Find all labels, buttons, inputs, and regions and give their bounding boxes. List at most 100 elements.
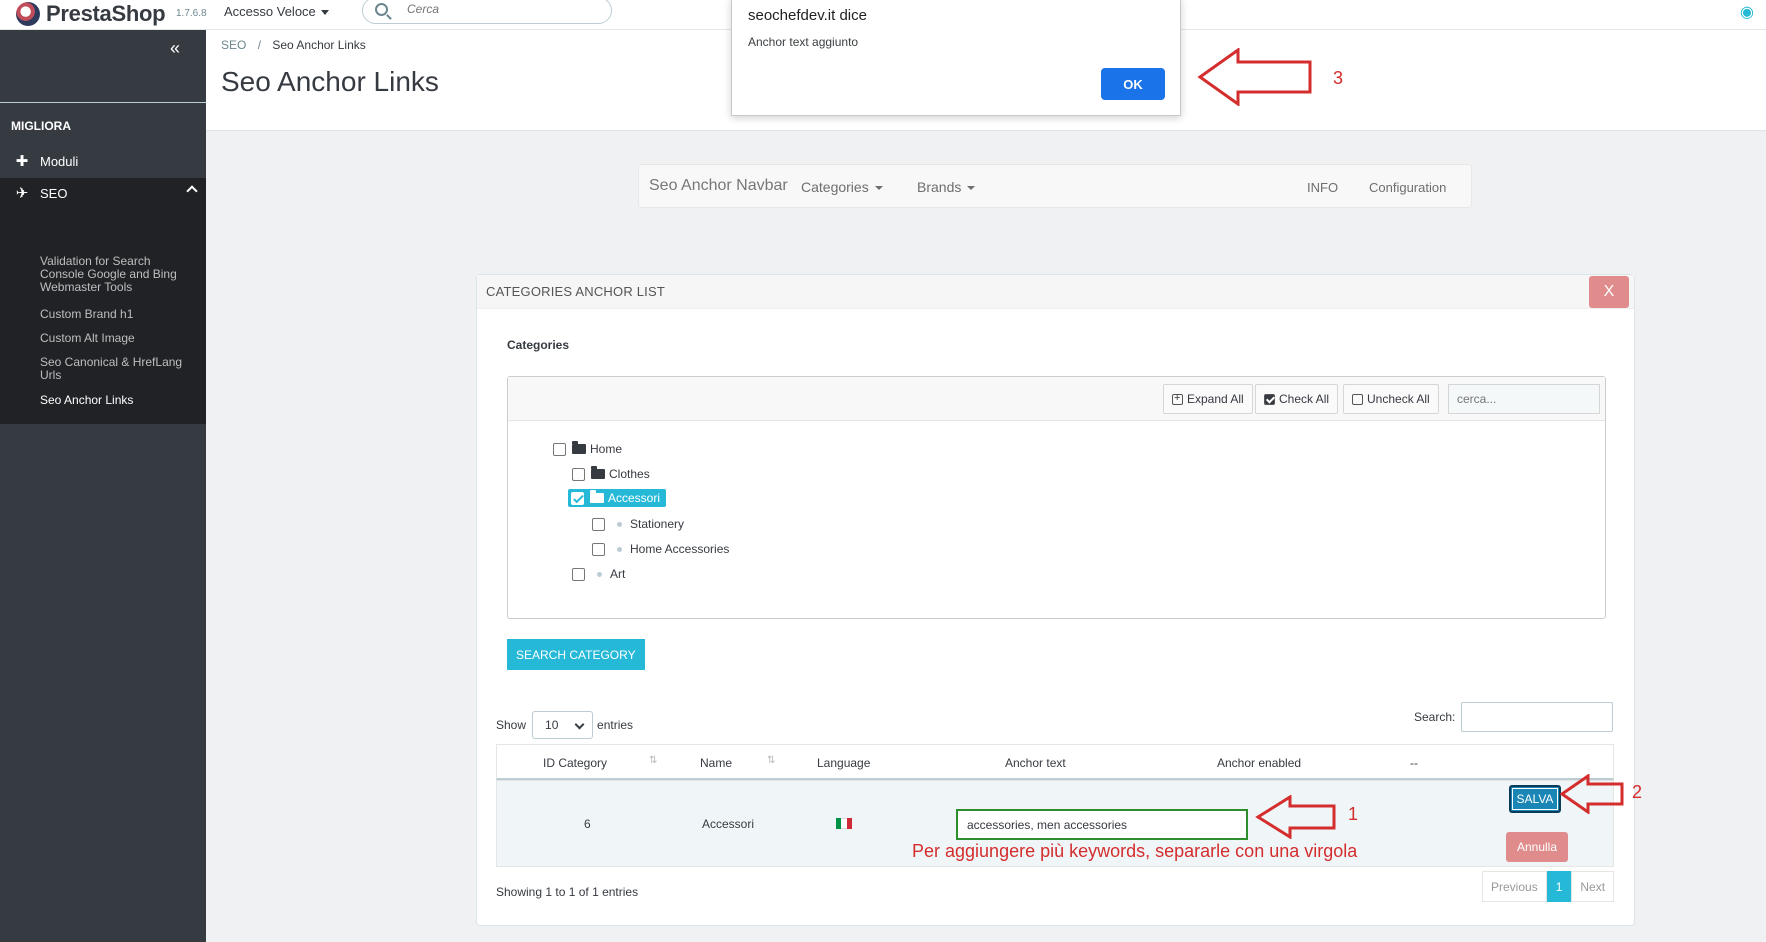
annotation-arrow-2-icon (1559, 774, 1624, 814)
submenu-item-canonical[interactable]: Seo Canonical & HrefLang Urls (40, 356, 190, 382)
submenu-item-custom-alt[interactable]: Custom Alt Image (40, 332, 190, 345)
cell-id: 6 (584, 817, 591, 831)
datatable-search: Search: (1414, 702, 1614, 732)
check-all-label: Check All (1279, 392, 1330, 406)
tree-search-input[interactable] (1448, 384, 1600, 414)
breadcrumb-parent[interactable]: SEO (221, 38, 246, 52)
pagination-next[interactable]: Next (1571, 871, 1615, 902)
quick-access-dropdown[interactable]: Accesso Veloce (224, 4, 329, 19)
datatable-search-input[interactable] (1461, 702, 1614, 732)
annotation-number-3: 3 (1333, 68, 1344, 88)
header-search-input[interactable] (407, 2, 597, 16)
table-header: ID Category ⇅ Name ⇅ Language Anchor tex… (496, 744, 1614, 780)
tree-node-home[interactable]: Home (553, 441, 623, 456)
close-panel-button[interactable]: X (1589, 276, 1629, 308)
column-language: Language (817, 756, 871, 770)
alert-dialog: seochefdev.it dice Anchor text aggiunto … (731, 0, 1181, 116)
expand-all-button[interactable]: Expand All (1163, 384, 1253, 414)
bullet-icon (597, 571, 602, 577)
tree-checkbox[interactable] (572, 467, 585, 481)
tree-node-label: Clothes (609, 467, 650, 481)
tree-checkbox[interactable] (572, 567, 585, 581)
dialog-ok-button[interactable]: OK (1101, 68, 1165, 100)
navbar-brands-dropdown[interactable]: Brands (917, 179, 976, 195)
eye-icon[interactable]: ◉ (1740, 2, 1754, 22)
unchecked-box-icon (1352, 393, 1363, 405)
navbar-brand[interactable]: Seo Anchor Navbar (649, 177, 788, 195)
checked-box-icon (1264, 393, 1275, 405)
tree-node-accessori[interactable]: Accessori (568, 489, 667, 507)
tree-node-label: Home Accessories (630, 542, 730, 556)
cancel-button[interactable]: Annulla (1506, 832, 1568, 862)
search-icon[interactable] (375, 3, 388, 16)
tree-node-art[interactable]: Art (572, 567, 625, 581)
caret-down-icon (874, 186, 883, 191)
search-category-button[interactable]: SEARCH CATEGORY (507, 639, 645, 670)
save-button[interactable]: SALVA (1509, 785, 1561, 813)
tree-node-home-accessories[interactable]: Home Accessories (592, 542, 729, 556)
submenu-item-anchor-links[interactable]: Seo Anchor Links (40, 394, 190, 407)
pagination-previous[interactable]: Previous (1482, 871, 1547, 902)
navbar-categories-label: Categories (801, 179, 869, 195)
annotation-arrow-3-icon (1197, 48, 1312, 106)
header-search[interactable] (362, 0, 612, 24)
tree-node-label: Stationery (630, 517, 685, 531)
sort-icon[interactable]: ⇅ (649, 755, 657, 766)
entries-select-value: 10 (545, 718, 559, 732)
tree-node-label: Art (610, 567, 626, 581)
sidebar: « MIGLIORA ✚ Moduli ✈ SEO Validation for… (0, 30, 206, 942)
column-id-category[interactable]: ID Category (543, 756, 607, 770)
folder-icon (591, 466, 605, 479)
search-label: Search: (1414, 710, 1456, 724)
prestashop-logo[interactable]: PrestaShop (16, 1, 166, 27)
categories-label: Categories (507, 338, 570, 352)
navbar-brands-label: Brands (917, 179, 962, 195)
anchor-text-input[interactable] (956, 809, 1248, 840)
submenu-item-custom-brand[interactable]: Custom Brand h1 (40, 308, 190, 321)
caret-down-icon (320, 10, 329, 16)
dialog-host: seochefdev.it dice (748, 7, 867, 24)
sidebar-item-moduli[interactable]: ✚ Moduli (0, 147, 206, 175)
column-anchor-text: Anchor text (1005, 756, 1066, 770)
submenu-item-validation[interactable]: Validation for Search Console Google and… (40, 255, 190, 294)
pagination-page-1[interactable]: 1 (1546, 871, 1572, 902)
annotation-number-1: 1 (1348, 804, 1359, 824)
navbar-configuration-link[interactable]: Configuration (1369, 180, 1446, 195)
entries-select[interactable]: 10 (532, 711, 594, 739)
breadcrumb-separator: / (257, 38, 262, 52)
tree-node-clothes[interactable]: Clothes (572, 466, 650, 481)
tree-checkbox[interactable] (592, 517, 605, 531)
tree-checkbox[interactable] (553, 442, 566, 456)
column-actions: -- (1410, 756, 1418, 770)
sort-icon[interactable]: ⇅ (767, 755, 775, 766)
tree-checkbox[interactable] (592, 542, 605, 556)
navbar-info-link[interactable]: INFO (1307, 180, 1338, 195)
tree-checkbox-checked[interactable] (571, 491, 584, 505)
check-all-button[interactable]: Check All (1255, 384, 1339, 414)
collapse-sidebar-icon[interactable]: « (170, 38, 180, 59)
navbar-categories-dropdown[interactable]: Categories (801, 179, 883, 195)
column-name[interactable]: Name (700, 756, 732, 770)
plane-icon: ✈ (15, 185, 29, 202)
sidebar-section-title: MIGLIORA (11, 119, 71, 133)
annotation-number-2: 2 (1632, 782, 1643, 802)
bullet-icon (617, 546, 622, 552)
module-navbar: Seo Anchor Navbar Categories Brands INFO… (638, 164, 1472, 208)
uncheck-all-button[interactable]: Uncheck All (1343, 384, 1439, 414)
tree-toolbar: Expand All Check All Uncheck All (508, 377, 1605, 421)
expand-all-label: Expand All (1187, 392, 1244, 406)
seo-submenu: Validation for Search Console Google and… (0, 208, 206, 424)
cell-name: Accessori (702, 817, 755, 831)
tree-node-label: Home (590, 442, 623, 456)
panel-heading: CATEGORIES ANCHOR LIST X (477, 275, 1634, 309)
dialog-message: Anchor text aggiunto (748, 35, 859, 49)
uncheck-all-label: Uncheck All (1367, 392, 1430, 406)
sidebar-item-seo[interactable]: ✈ SEO (0, 178, 206, 208)
italy-flag-icon (836, 818, 852, 829)
tree-node-stationery[interactable]: Stationery (592, 517, 684, 531)
logo-text: PrestaShop (46, 1, 166, 26)
puzzle-icon: ✚ (15, 153, 29, 170)
tree-node-label: Accessori (608, 491, 661, 505)
caret-down-icon (967, 186, 976, 191)
sidebar-item-label: SEO (40, 185, 68, 201)
